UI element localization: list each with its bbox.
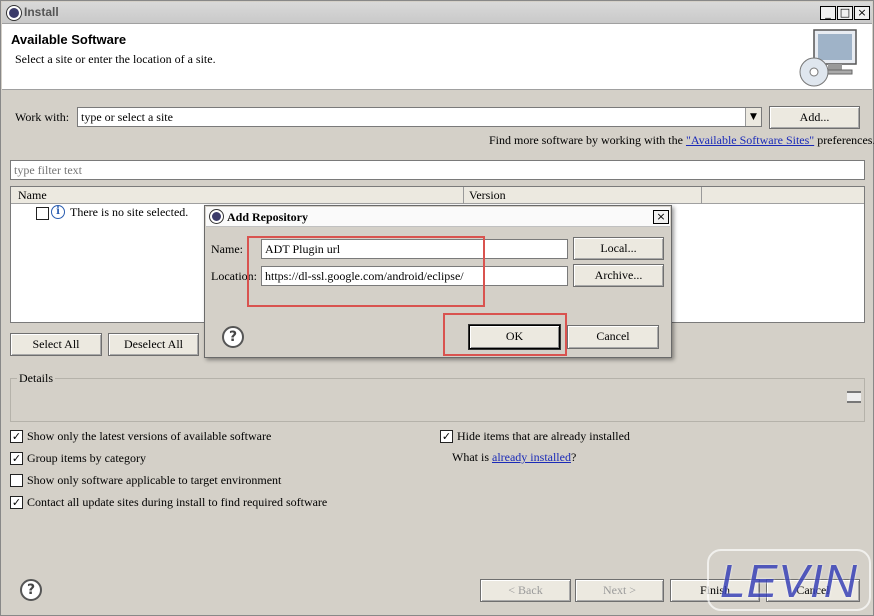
next-button[interactable]: Next > xyxy=(575,579,664,602)
latest-versions-label: Show only the latest versions of availab… xyxy=(27,429,272,443)
highlight-box-ok xyxy=(443,313,567,356)
work-with-combo[interactable]: type or select a site ▼ xyxy=(77,107,762,127)
what-is-installed-text: What is already installed? xyxy=(452,450,576,465)
install-window: Install _ □ × Available Software Select … xyxy=(0,0,874,616)
eclipse-icon xyxy=(210,210,223,223)
title-bar: Install _ □ × xyxy=(2,2,872,24)
eclipse-icon xyxy=(7,6,21,20)
name-column-header[interactable]: Name xyxy=(18,188,47,203)
dialog-help-icon[interactable]: ? xyxy=(222,326,244,348)
dialog-title-bar: Add Repository × xyxy=(206,207,670,227)
page-title: Available Software xyxy=(11,32,127,47)
monitor-cd-icon xyxy=(799,29,857,87)
dialog-title: Add Repository xyxy=(227,210,309,224)
target-environment-label: Show only software applicable to target … xyxy=(27,473,282,487)
local-button[interactable]: Local... xyxy=(573,237,664,260)
group-by-category-checkbox[interactable]: ✓ xyxy=(10,452,23,465)
group-by-category-label: Group items by category xyxy=(27,451,146,465)
close-button[interactable]: × xyxy=(854,6,870,20)
tree-row-checkbox[interactable] xyxy=(36,207,49,220)
tree-header: Name Version xyxy=(11,187,864,204)
column-separator xyxy=(701,187,702,204)
find-more-text: Find more software by working with the "… xyxy=(489,133,874,148)
version-column-header[interactable]: Version xyxy=(469,188,506,203)
find-more-suffix: preferences. xyxy=(814,133,874,147)
highlight-box-fields xyxy=(247,236,485,307)
help-icon[interactable]: ? xyxy=(20,579,42,601)
page-subtitle: Select a site or enter the location of a… xyxy=(15,52,216,66)
what-is-prefix: What is xyxy=(452,450,492,464)
target-environment-checkbox[interactable] xyxy=(10,474,23,487)
work-with-label: Work with: xyxy=(15,110,70,124)
archive-button[interactable]: Archive... xyxy=(573,264,664,287)
already-installed-link[interactable]: already installed xyxy=(492,450,571,464)
dropdown-arrow-icon[interactable]: ▼ xyxy=(745,108,761,126)
add-site-button[interactable]: Add... xyxy=(769,106,860,129)
what-is-suffix: ? xyxy=(570,450,577,464)
filter-input[interactable] xyxy=(10,160,865,180)
name-label: Name: xyxy=(211,242,243,256)
window-title: Install xyxy=(24,5,59,19)
wizard-header: Available Software Select a site or ente… xyxy=(2,24,872,90)
details-resize-icon[interactable] xyxy=(847,391,861,403)
levin-watermark: LEVIN xyxy=(707,549,871,611)
deselect-all-button[interactable]: Deselect All xyxy=(108,333,199,356)
details-label: Details xyxy=(17,371,55,386)
details-group xyxy=(10,378,865,422)
hide-installed-checkbox[interactable]: ✓ xyxy=(440,430,453,443)
find-more-prefix: Find more software by working with the xyxy=(489,133,686,147)
latest-versions-checkbox[interactable]: ✓ xyxy=(10,430,23,443)
contact-sites-checkbox[interactable]: ✓ xyxy=(10,496,23,509)
back-button[interactable]: < Back xyxy=(480,579,571,602)
column-separator xyxy=(463,187,464,204)
work-with-value: type or select a site xyxy=(81,110,173,124)
info-icon: i xyxy=(51,205,65,219)
maximize-button[interactable]: □ xyxy=(837,6,853,20)
dialog-cancel-button[interactable]: Cancel xyxy=(567,325,659,349)
hide-installed-label: Hide items that are already installed xyxy=(457,429,630,443)
tree-row-text: There is no site selected. xyxy=(70,205,189,219)
add-repository-dialog: Add Repository × Name: ADT Plugin url Lo… xyxy=(204,205,672,358)
select-all-button[interactable]: Select All xyxy=(10,333,102,356)
minimize-button[interactable]: _ xyxy=(820,6,836,20)
contact-sites-label: Contact all update sites during install … xyxy=(27,495,328,509)
available-software-sites-link[interactable]: "Available Software Sites" xyxy=(686,133,814,147)
dialog-close-button[interactable]: × xyxy=(653,210,669,224)
